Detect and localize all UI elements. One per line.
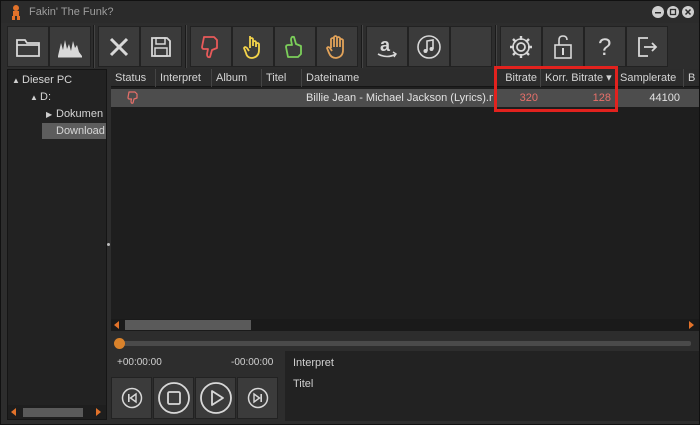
tree-item-drive-d[interactable]: ▲ D:: [30, 89, 104, 105]
column-header-interpret[interactable]: Interpret: [156, 69, 212, 87]
time-elapsed: +00:00:00: [117, 357, 162, 368]
column-header-dateiname[interactable]: Dateiname: [302, 69, 495, 87]
tree-item-label: Download: [56, 125, 105, 137]
info-titel-label: Titel: [293, 378, 314, 390]
close-button[interactable]: [682, 6, 694, 18]
minimize-button[interactable]: [652, 6, 664, 18]
play-icon: [199, 382, 232, 414]
pane-splitter[interactable]: [107, 243, 110, 246]
album-cell: [216, 89, 262, 107]
exit-icon: [638, 36, 658, 57]
app-window: Fakin' The Funk? a ? ▲ Dieser PC ▲ D: ▶ …: [0, 0, 700, 425]
settings-button[interactable]: [500, 26, 542, 67]
spectrum-icon: [58, 39, 82, 57]
skip-next-icon: [247, 387, 268, 409]
bitrate-highlight-annotation: [494, 66, 618, 112]
tree-item-dokumente[interactable]: ▶ Dokumen: [46, 106, 106, 122]
raised-hand-icon: [326, 34, 344, 59]
playback-position-knob[interactable]: [114, 338, 125, 349]
playback-position-slider[interactable]: [119, 341, 691, 346]
stop-icon: [157, 382, 190, 414]
close-icon: [684, 8, 692, 16]
scroll-left-icon[interactable]: [114, 321, 119, 329]
folder-tree: ▲ Dieser PC ▲ D: ▶ Dokumen Download: [7, 69, 107, 420]
thumbs-up-icon: [285, 35, 302, 58]
folder-icon: [16, 38, 40, 57]
toolbar: a ?: [1, 23, 699, 69]
thumbs-down-icon: [201, 35, 218, 58]
time-remaining: -00:00:00: [231, 357, 274, 368]
play-button[interactable]: [195, 377, 236, 419]
app-logo-icon: [12, 5, 20, 20]
gear-icon: [510, 35, 532, 58]
expand-arrow-icon[interactable]: ▲: [12, 73, 22, 88]
tree-item-label: Dokumen: [56, 108, 104, 120]
maximize-icon: [669, 8, 677, 16]
column-header-titel[interactable]: Titel: [262, 69, 302, 87]
scrollbar-thumb[interactable]: [125, 320, 251, 330]
column-header-album[interactable]: Album: [212, 69, 262, 87]
point-button[interactable]: [232, 26, 274, 67]
dateiname-cell: Billie Jean - Michael Jackson (Lyrics).m…: [306, 92, 493, 104]
scroll-right-icon[interactable]: [689, 321, 694, 329]
player-panel: +00:00:00 -00:00:00: [111, 351, 283, 421]
tree-item-dieser-pc[interactable]: ▲ Dieser PC: [12, 72, 104, 88]
skip-previous-icon: [121, 387, 142, 409]
tree-item-downloads[interactable]: Download: [42, 123, 106, 139]
status-cell: [127, 89, 143, 107]
thumbs-up-button[interactable]: [274, 26, 316, 67]
delete-button[interactable]: [98, 26, 140, 67]
x-icon: [109, 37, 129, 56]
info-interpret-label: Interpret: [293, 357, 334, 369]
thumbs-down-button[interactable]: [190, 26, 232, 67]
column-header-overflow[interactable]: B: [684, 69, 699, 87]
exit-button[interactable]: [626, 26, 668, 67]
grid-horizontal-scrollbar[interactable]: [111, 319, 699, 331]
scroll-left-icon[interactable]: [11, 408, 16, 416]
floppy-icon: [151, 36, 171, 57]
interpret-cell: [160, 89, 212, 107]
stop-hand-button[interactable]: [316, 26, 358, 67]
save-button[interactable]: [140, 26, 182, 67]
track-info-panel: Interpret Titel: [285, 351, 699, 421]
stop-button[interactable]: [153, 377, 194, 419]
spectrum-button[interactable]: [49, 26, 91, 67]
music-button[interactable]: [408, 26, 450, 67]
previous-button[interactable]: [111, 377, 152, 419]
column-header-status[interactable]: Status: [111, 69, 156, 87]
music-note-icon: [417, 34, 441, 59]
svg-text:?: ?: [598, 34, 611, 60]
column-header-samplerate[interactable]: Samplerate: [616, 69, 684, 87]
amazon-button[interactable]: a: [366, 26, 408, 67]
maximize-button[interactable]: [667, 6, 679, 18]
pointing-hand-icon: [243, 35, 260, 59]
title-bar: Fakin' The Funk?: [1, 1, 699, 23]
open-folder-button[interactable]: [7, 26, 49, 67]
scroll-right-icon[interactable]: [96, 408, 101, 416]
tree-item-label: Dieser PC: [22, 74, 73, 86]
next-button[interactable]: [237, 377, 278, 419]
info-icon: [554, 34, 572, 59]
file-grid: Status Interpret Album Titel Dateiname B…: [111, 66, 699, 331]
scrollbar-thumb[interactable]: [23, 408, 83, 417]
amazon-icon: a: [377, 35, 397, 57]
question-icon: ?: [598, 34, 611, 60]
titel-cell: [266, 89, 302, 107]
collapse-arrow-icon[interactable]: ▶: [46, 107, 56, 122]
empty-toolbar-slot: [450, 26, 492, 67]
tree-item-label: D:: [40, 91, 51, 103]
help-button[interactable]: ?: [584, 26, 626, 67]
tree-horizontal-scrollbar[interactable]: [8, 405, 106, 419]
svg-text:a: a: [380, 35, 391, 55]
info-button[interactable]: [542, 26, 584, 67]
samplerate-cell: 44100: [649, 92, 680, 104]
expand-arrow-icon[interactable]: ▲: [30, 90, 40, 105]
window-title: Fakin' The Funk?: [29, 6, 114, 18]
minimize-icon: [655, 12, 661, 14]
thumbs-down-icon: [127, 91, 138, 104]
